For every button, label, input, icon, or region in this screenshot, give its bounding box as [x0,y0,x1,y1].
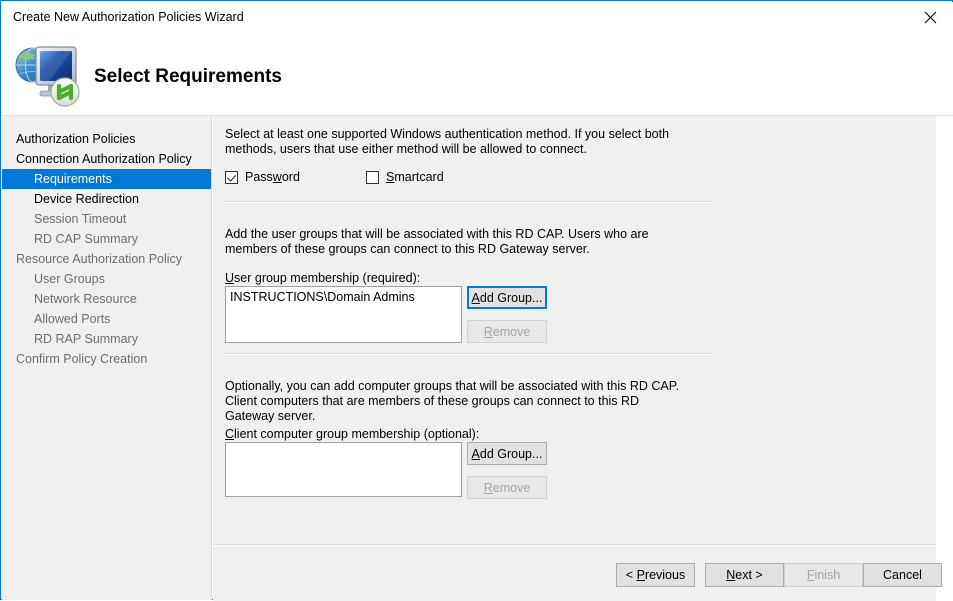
user-group-listbox[interactable]: INSTRUCTIONS\Domain Admins [225,286,462,343]
button-label: Next > [726,568,763,582]
client-group-listbox[interactable] [225,442,462,497]
finish-button: Finish [784,563,863,587]
add-user-group-button[interactable]: Add Group... [467,286,547,309]
add-client-group-button[interactable]: Add Group... [467,442,547,465]
wizard-header: Select Requirements [2,33,953,116]
wizard-footer: < Previous Next > Finish Cancel [213,545,942,601]
section-divider [221,353,715,355]
sidebar-item-network-resource[interactable]: Network Resource [2,289,211,309]
button-label: Remove [483,480,531,495]
sidebar-item-requirements[interactable]: Requirements [2,169,211,189]
page-title: Select Requirements [94,66,282,87]
previous-button[interactable]: < Previous [616,563,695,587]
panel-right-margin [936,116,953,600]
password-checkbox[interactable]: Password [225,170,300,184]
wizard-content-panel: Select at least one supported Windows au… [213,116,936,544]
wizard-window: Create New Authorization Policies Wizard [0,0,953,601]
sidebar-item-authorization-policies[interactable]: Authorization Policies [2,129,211,149]
button-label: Add Group... [471,290,543,305]
sidebar-item-session-timeout[interactable]: Session Timeout [2,209,211,229]
smartcard-checkbox[interactable]: Smartcard [366,170,444,184]
close-button[interactable] [908,2,953,32]
close-icon [924,11,937,23]
sidebar-item-rd-cap-summary[interactable]: RD CAP Summary [2,229,211,249]
intro-description: Select at least one supported Windows au… [225,127,670,156]
sidebar-item-resource-authorization-policy[interactable]: Resource Authorization Policy [2,249,211,269]
client-group-description: Optionally, you can add computer groups … [225,379,679,423]
checkbox-box [366,170,379,184]
sidebar-item-user-groups[interactable]: User Groups [2,269,211,289]
sidebar-item-confirm-policy-creation[interactable]: Confirm Policy Creation [2,349,211,369]
list-item[interactable]: INSTRUCTIONS\Domain Admins [226,287,461,304]
remove-client-group-button: Remove [467,476,547,499]
smartcard-checkbox-label: Smartcard [386,170,444,184]
rd-gateway-icon [11,39,87,109]
remove-user-group-button: Remove [467,320,547,343]
user-group-label: User group membership (required): [225,271,421,285]
section-divider [221,201,715,203]
sidebar-item-device-redirection[interactable]: Device Redirection [2,189,211,209]
window-title: Create New Authorization Policies Wizard [13,10,244,24]
button-label: Finish [806,568,841,582]
button-label: Add Group... [471,446,543,461]
password-checkbox-label: Password [245,170,300,184]
button-label: < Previous [625,568,686,582]
client-group-label: Client computer group membership (option… [225,427,480,441]
title-bar: Create New Authorization Policies Wizard [2,2,953,33]
button-label: Remove [483,324,531,339]
sidebar-item-allowed-ports[interactable]: Allowed Ports [2,309,211,329]
next-button[interactable]: Next > [705,563,784,587]
checkbox-box [225,170,238,184]
sidebar-item-connection-authorization-policy[interactable]: Connection Authorization Policy [2,149,211,169]
user-group-description: Add the user groups that will be associa… [225,227,649,256]
cancel-button[interactable]: Cancel [863,563,942,587]
sidebar-item-rd-rap-summary[interactable]: RD RAP Summary [2,329,211,349]
wizard-steps-sidebar: Authorization Policies Connection Author… [2,116,212,600]
